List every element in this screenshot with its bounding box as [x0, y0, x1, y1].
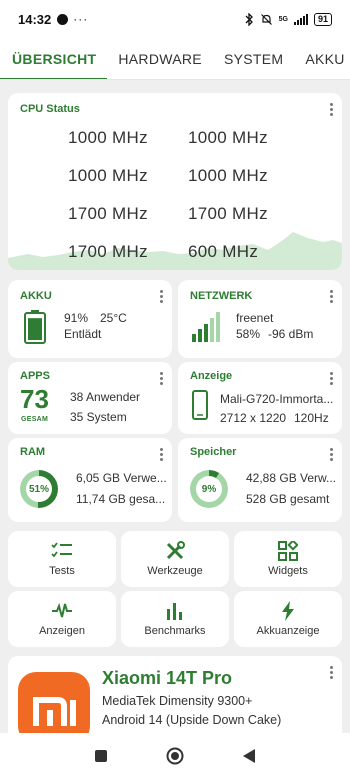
- anzeige-card[interactable]: Anzeige Mali-G720-Immorta... 2712 x 1220…: [178, 362, 342, 434]
- network-strength: 58%: [236, 327, 261, 341]
- cpu-core-1: 1000 MHz: [188, 128, 268, 147]
- akku-title: AKKU: [20, 290, 52, 302]
- akku-level: 91%: [64, 311, 89, 325]
- tab-bar: ÜBERSICHT HARDWARE SYSTEM AKKU N: [0, 38, 350, 80]
- cpu-core-7: 600 MHz: [188, 242, 259, 261]
- dnd-moon-icon: [57, 13, 69, 25]
- battery-icon: [24, 310, 46, 344]
- storage-total: 528 GB gesamt: [246, 492, 330, 506]
- apps-menu-icon[interactable]: [160, 372, 164, 387]
- bolt-icon: [277, 601, 299, 621]
- cpu-core-2: 1000 MHz: [68, 166, 148, 185]
- cpu-core-4: 1700 MHz: [68, 204, 148, 223]
- bar-chart-icon: [164, 601, 186, 621]
- speicher-card[interactable]: Speicher 9% 42,88 GB Verw... 528 GB gesa…: [178, 438, 342, 522]
- pulse-icon: [51, 601, 73, 621]
- system-nav-bar: [0, 733, 350, 778]
- tab-hardware[interactable]: HARDWARE: [107, 38, 213, 79]
- cpu-core-0: 1000 MHz: [68, 128, 148, 147]
- storage-percent: 9%: [196, 476, 222, 502]
- status-bar: 14:32 ··· 5G 91: [0, 0, 350, 38]
- recents-icon[interactable]: [94, 749, 108, 763]
- werkzeuge-label: Werkzeuge: [147, 565, 203, 577]
- anzeige-menu-icon[interactable]: [330, 372, 334, 387]
- back-icon[interactable]: [242, 748, 256, 764]
- tab-uebersicht[interactable]: ÜBERSICHT: [0, 38, 108, 79]
- speicher-menu-icon[interactable]: [330, 448, 334, 463]
- apps-total-count: 73: [20, 384, 49, 414]
- gpu-name: Mali-G720-Immorta...: [220, 392, 334, 406]
- device-menu-icon[interactable]: [330, 666, 334, 681]
- status-more-dots: ···: [73, 12, 89, 26]
- signal-strength-icon: [192, 312, 220, 342]
- ram-total: 11,74 GB gesa...: [76, 492, 166, 506]
- cpu-menu-icon[interactable]: [330, 103, 334, 118]
- akkuanzeige-tile[interactable]: Akkuanzeige: [234, 591, 342, 647]
- ram-menu-icon[interactable]: [160, 448, 164, 463]
- battery-indicator: 91: [313, 12, 332, 26]
- netzwerk-menu-icon[interactable]: [330, 290, 334, 305]
- widgets-label: Widgets: [268, 565, 308, 577]
- tests-tile[interactable]: Tests: [8, 531, 116, 587]
- ram-usage-ring: 51%: [20, 470, 58, 508]
- speicher-title: Speicher: [190, 446, 237, 458]
- signal-bars-icon: [293, 13, 308, 25]
- storage-usage-ring: 9%: [190, 470, 228, 508]
- apps-card[interactable]: APPS 73 GESAM 38 Anwender 35 System: [8, 362, 172, 434]
- ram-card[interactable]: RAM 51% 6,05 GB Verwe... 11,74 GB gesa..…: [8, 438, 172, 522]
- netzwerk-title: NETZWERK: [190, 290, 253, 302]
- netzwerk-card[interactable]: NETZWERK freenet 58% -96 dBm: [178, 280, 342, 358]
- akku-temp: 25°C: [100, 311, 127, 325]
- anzeige-title: Anzeige: [190, 370, 233, 382]
- benchmarks-label: Benchmarks: [144, 625, 206, 637]
- widgets-icon: [277, 541, 299, 561]
- benchmarks-tile[interactable]: Benchmarks: [121, 591, 229, 647]
- bluetooth-icon: [245, 12, 253, 26]
- tab-akku[interactable]: AKKU: [294, 38, 350, 79]
- display-refresh: 120Hz: [294, 411, 329, 425]
- ram-percent: 51%: [26, 476, 52, 502]
- cpu-core-5: 1700 MHz: [188, 204, 268, 223]
- home-icon[interactable]: [166, 747, 184, 765]
- xiaomi-logo: [18, 672, 90, 733]
- widgets-tile[interactable]: Widgets: [234, 531, 342, 587]
- display-resolution: 2712 x 1220: [220, 411, 287, 425]
- cpu-core-3: 1000 MHz: [188, 166, 268, 185]
- network-dbm: -96 dBm: [268, 327, 314, 341]
- akku-status: Entlädt: [64, 327, 102, 341]
- cpu-core-6: 1700 MHz: [68, 242, 148, 261]
- tools-icon: [164, 541, 186, 561]
- cpu-core-grid: 1000 MHz 1000 MHz 1000 MHz 1000 MHz 1700 M…: [68, 119, 308, 270]
- apps-title: APPS: [20, 370, 50, 382]
- network-operator: freenet: [236, 311, 274, 325]
- device-name: Xiaomi 14T Pro: [102, 668, 233, 688]
- apps-system-count: 35 System: [70, 410, 127, 424]
- anzeigen-tile[interactable]: Anzeigen: [8, 591, 116, 647]
- tests-label: Tests: [49, 565, 75, 577]
- storage-used: 42,88 GB Verw...: [246, 471, 337, 485]
- tab-system[interactable]: SYSTEM: [213, 38, 294, 79]
- cpu-status-card[interactable]: CPU Status 1000 MHz 1000 MHz 1000 MHz 1000…: [8, 93, 342, 270]
- anzeigen-label: Anzeigen: [39, 625, 85, 637]
- bell-muted-icon: [260, 13, 272, 25]
- device-card[interactable]: Xiaomi 14T Pro MediaTek Dimensity 9300+ …: [8, 656, 342, 733]
- status-time: 14:32: [18, 11, 52, 27]
- checklist-icon: [51, 541, 73, 561]
- device-chip: MediaTek Dimensity 9300+: [102, 694, 253, 708]
- cpu-status-title: CPU Status: [20, 103, 80, 115]
- ram-used: 6,05 GB Verwe...: [76, 471, 167, 485]
- apps-total-label: GESAM: [21, 416, 49, 423]
- ram-title: RAM: [20, 446, 46, 458]
- network-type-label: 5G: [278, 15, 288, 23]
- phone-display-icon: [192, 390, 208, 420]
- apps-user-count: 38 Anwender: [70, 390, 141, 404]
- device-os: Android 14 (Upside Down Cake): [102, 713, 282, 727]
- akku-card[interactable]: AKKU 91% 25°C Entlädt: [8, 280, 172, 358]
- akku-menu-icon[interactable]: [160, 290, 164, 305]
- akkuanzeige-label: Akkuanzeige: [256, 625, 320, 637]
- werkzeuge-tile[interactable]: Werkzeuge: [121, 531, 229, 587]
